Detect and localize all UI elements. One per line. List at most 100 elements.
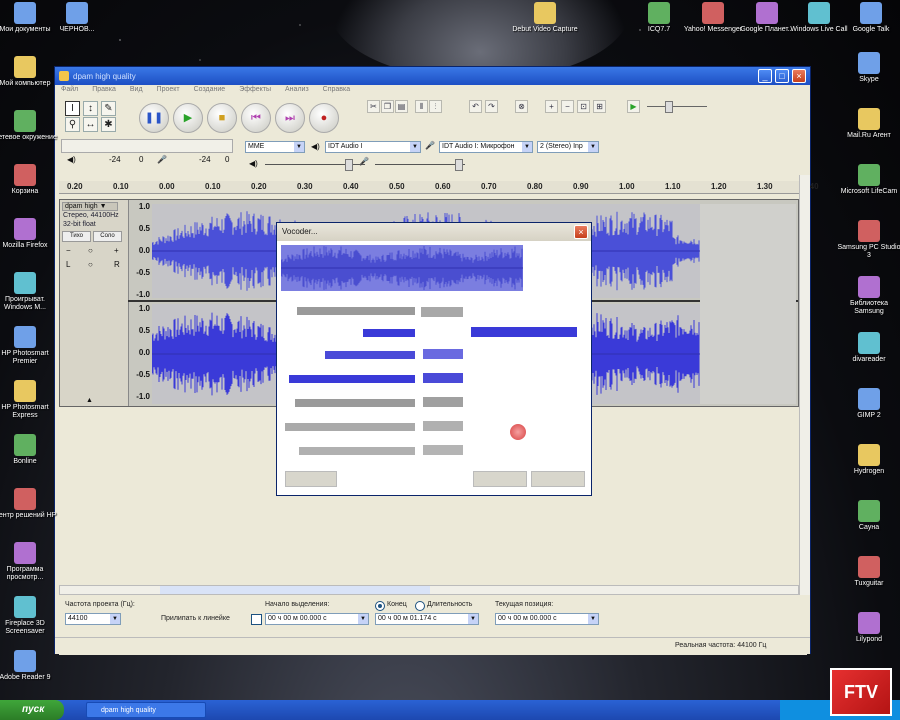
dialog-dropdown[interactable] xyxy=(471,327,577,337)
skip-end-button[interactable]: ⏭ xyxy=(275,103,305,133)
dialog-field-4[interactable] xyxy=(423,373,463,383)
menu-item[interactable]: Эффекты xyxy=(239,85,271,95)
desktop-icon[interactable]: GIMP 2 xyxy=(836,388,900,420)
dialog-slider-7[interactable] xyxy=(299,447,415,455)
scroll-thumb[interactable] xyxy=(160,586,430,594)
selection-tool-icon[interactable]: I xyxy=(65,101,80,116)
dialog-ok-button[interactable] xyxy=(473,471,527,487)
desktop-icon[interactable]: Hydrogen xyxy=(836,444,900,476)
dialog-field-5[interactable] xyxy=(423,397,463,407)
selection-end-field[interactable]: 00 ч 00 м 01.174 с ▼ xyxy=(375,613,479,625)
dialog-close-button[interactable]: × xyxy=(574,225,588,239)
menu-item[interactable]: Создание xyxy=(194,85,226,95)
selection-start-field[interactable]: 00 ч 00 м 00.000 с ▼ xyxy=(265,613,369,625)
end-radio[interactable] xyxy=(375,601,385,611)
desktop-icon[interactable]: HP Photosmart Express xyxy=(0,380,58,420)
length-radio[interactable] xyxy=(415,601,425,611)
desktop-icon[interactable]: Сауна xyxy=(836,500,900,532)
dialog-titlebar[interactable]: Vocoder... × xyxy=(277,223,591,241)
paste-icon[interactable]: ▤ xyxy=(395,100,408,113)
desktop-icon[interactable]: Lilypond xyxy=(836,612,900,644)
close-button[interactable]: × xyxy=(792,69,806,83)
play-button[interactable]: ▶ xyxy=(173,103,203,133)
record-button[interactable]: ● xyxy=(309,103,339,133)
desktop-icon[interactable]: Tuxguitar xyxy=(836,556,900,588)
dialog-cancel-button[interactable] xyxy=(531,471,585,487)
snap-checkbox[interactable] xyxy=(251,614,262,625)
zoom-tool-icon[interactable]: ⚲ xyxy=(65,117,80,132)
desktop-icon[interactable]: Библиотека Samsung xyxy=(836,276,900,316)
sync-lock-icon[interactable]: ⊗ xyxy=(515,100,528,113)
dialog-slider-1[interactable] xyxy=(297,307,415,315)
skip-start-button[interactable]: ⏮ xyxy=(241,103,271,133)
cut-icon[interactable]: ✂ xyxy=(367,100,380,113)
menu-item[interactable]: Анализ xyxy=(285,85,309,95)
dialog-field-6[interactable] xyxy=(423,421,463,431)
undo-icon[interactable]: ↶ xyxy=(469,100,482,113)
desktop-icon[interactable]: Skype xyxy=(836,52,900,84)
collapse-arrow-icon[interactable]: ▲ xyxy=(86,397,93,404)
gain-pan-sliders[interactable]: − ○ + L ○ R xyxy=(60,242,128,272)
playback-meter[interactable] xyxy=(61,139,233,153)
silence-icon[interactable]: ⫶ xyxy=(429,100,442,113)
pause-button[interactable]: ❚❚ xyxy=(139,103,169,133)
host-select[interactable]: MME ▼ xyxy=(245,141,305,153)
dialog-field-1[interactable] xyxy=(421,307,463,317)
multi-tool-icon[interactable]: ✱ xyxy=(101,117,116,132)
input-volume-thumb[interactable] xyxy=(455,159,463,171)
stop-button[interactable]: ■ xyxy=(207,103,237,133)
trim-icon[interactable]: ⫴ xyxy=(415,100,428,113)
draw-tool-icon[interactable]: ✎ xyxy=(101,101,116,116)
desktop-icon[interactable]: Корзина xyxy=(0,164,58,196)
dialog-preview-button[interactable] xyxy=(285,471,337,487)
desktop-icon[interactable]: Проигрыват. Windows M... xyxy=(0,272,58,312)
menu-item[interactable]: Проект xyxy=(157,85,180,95)
project-rate-select[interactable]: 44100 ▼ xyxy=(65,613,121,625)
desktop-icon[interactable]: Сетевое окружение xyxy=(0,110,58,142)
desktop-icon[interactable]: Debut Video Capture xyxy=(512,2,578,34)
timeshift-tool-icon[interactable]: ↔ xyxy=(83,117,98,132)
horizontal-scrollbar[interactable] xyxy=(59,585,799,595)
desktop-icon[interactable]: Центр решений HP xyxy=(0,488,58,520)
taskbar-item-audacity[interactable]: dpam high quality xyxy=(86,702,206,718)
track-name-menu[interactable]: dpam high ▼ xyxy=(62,202,118,211)
desktop-icon[interactable]: Программа просмотр... xyxy=(0,542,58,582)
menu-item[interactable]: Файл xyxy=(61,85,78,95)
menu-item[interactable]: Правка xyxy=(92,85,116,95)
dialog-slider-2[interactable] xyxy=(363,329,415,337)
desktop-icon[interactable]: HP Photosmart Premier xyxy=(0,326,58,366)
menu-item[interactable]: Вид xyxy=(130,85,143,95)
redo-icon[interactable]: ↷ xyxy=(485,100,498,113)
minimize-button[interactable]: _ xyxy=(758,69,772,83)
desktop-icon[interactable]: Google Talk xyxy=(838,2,900,34)
output-device-select[interactable]: IDT Audio I ▼ xyxy=(325,141,421,153)
fit-selection-icon[interactable]: ⊡ xyxy=(577,100,590,113)
desktop-icon[interactable]: divareader xyxy=(836,332,900,364)
vertical-scrollbar[interactable] xyxy=(799,175,810,595)
zoom-out-icon[interactable]: − xyxy=(561,100,574,113)
start-button[interactable]: пуск xyxy=(0,700,64,720)
maximize-button[interactable]: □ xyxy=(775,69,789,83)
copy-icon[interactable]: ❐ xyxy=(381,100,394,113)
timeline-ruler[interactable]: 0.20 0.10 0.00 0.10 0.20 0.30 0.40 0.50 0.60 0.70… xyxy=(59,181,819,194)
desktop-icon[interactable]: Mail.Ru Агент xyxy=(836,108,900,140)
desktop-icon[interactable]: Bonline xyxy=(0,434,58,466)
solo-button[interactable]: Соло xyxy=(93,231,122,242)
menu-item[interactable]: Справка xyxy=(323,85,350,95)
desktop-icon[interactable]: Мой компьютер xyxy=(0,56,58,88)
dialog-slider-5[interactable] xyxy=(295,399,415,407)
dialog-slider-3[interactable] xyxy=(325,351,415,359)
play-at-speed-icon[interactable]: ▶ xyxy=(627,100,640,113)
desktop-icon[interactable]: Mozilla Firefox xyxy=(0,218,58,250)
mute-button[interactable]: Тихо xyxy=(62,231,91,242)
zoom-in-icon[interactable]: + xyxy=(545,100,558,113)
speed-slider-thumb[interactable] xyxy=(665,101,673,113)
audio-position-field[interactable]: 00 ч 00 м 00.000 с ▼ xyxy=(495,613,599,625)
desktop-icon[interactable]: ЧЕРНОВ... xyxy=(44,2,110,34)
dialog-field-7[interactable] xyxy=(423,445,463,455)
dialog-field-3[interactable] xyxy=(423,349,463,359)
window-titlebar[interactable]: dpam high quality _ □ × xyxy=(55,67,810,85)
desktop-icon[interactable]: Adobe Reader 9 xyxy=(0,650,58,682)
input-device-select[interactable]: IDT Audio I: Микрофон ▼ xyxy=(439,141,533,153)
desktop-icon[interactable]: Samsung PC Studio 3 xyxy=(836,220,900,260)
